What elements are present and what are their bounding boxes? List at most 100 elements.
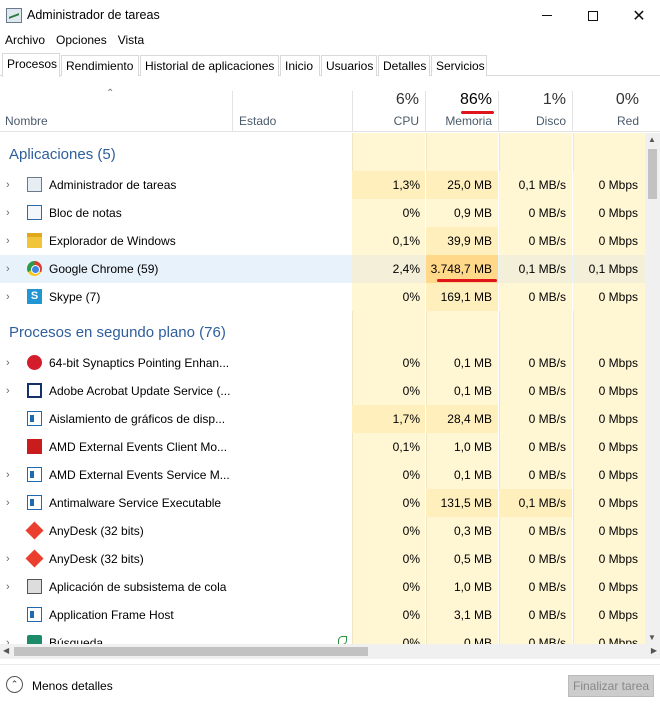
table-row[interactable]: › 64-bit Synaptics Pointing Enhan... 0% … [0, 349, 645, 377]
cpu-value: 0% [402, 552, 420, 566]
network-value: 0 Mbps [573, 171, 645, 199]
expand-chevron-icon[interactable]: › [6, 207, 10, 219]
column-disk[interactable]: 1% Disco [499, 77, 572, 132]
window-icon [27, 383, 42, 398]
tab-strip: Procesos Rendimiento Historial de aplica… [0, 53, 660, 77]
network-value: 0 Mbps [598, 412, 638, 426]
cpu-value: 0% [402, 384, 420, 398]
menu-archivo[interactable]: Archivo [0, 31, 51, 51]
tab-historial[interactable]: Historial de aplicaciones [140, 55, 279, 76]
close-button[interactable]: ✕ [616, 0, 660, 31]
network-value: 0 Mbps [598, 608, 638, 622]
service-icon [27, 467, 42, 482]
process-name: Explorador de Windows [49, 234, 176, 248]
expand-chevron-icon[interactable]: › [6, 385, 10, 397]
column-network[interactable]: 0% Red [573, 77, 645, 132]
task-manager-icon [27, 177, 42, 192]
table-row[interactable]: AnyDesk (32 bits) 0% 0,3 MB 0 MB/s 0 Mbp… [0, 517, 645, 545]
expand-chevron-icon[interactable]: › [6, 291, 10, 303]
expand-chevron-icon[interactable]: › [6, 469, 10, 481]
expand-chevron-icon[interactable]: › [6, 263, 10, 275]
process-name: Bloc de notas [49, 206, 122, 220]
cpu-value: 1,7% [352, 405, 425, 433]
process-table: Aplicaciones (5) › Administrador de tare… [0, 133, 645, 644]
table-row[interactable]: › Bloc de notas 0% 0,9 MB 0 MB/s 0 Mbps [0, 199, 645, 227]
memory-value: 25,0 MB [426, 171, 498, 199]
scroll-up-icon[interactable]: ▲ [648, 135, 656, 144]
table-row[interactable]: › Google Chrome (59) 2,4% 3.748,7 MB 0,1… [0, 255, 645, 283]
expand-chevron-icon[interactable]: › [6, 497, 10, 509]
menu-bar: Archivo Opciones Vista [0, 31, 150, 51]
disk-value: 0 MB/s [528, 356, 566, 370]
table-row[interactable]: Application Frame Host 0% 3,1 MB 0 MB/s … [0, 601, 645, 629]
disk-value: 0 MB/s [528, 412, 566, 426]
scroll-right-icon[interactable]: ▶ [651, 646, 657, 655]
table-row[interactable]: › AnyDesk (32 bits) 0% 0,5 MB 0 MB/s 0 M… [0, 545, 645, 573]
table-row[interactable]: › Búsqueda 0% 0 MB 0 MB/s 0 Mbps [0, 629, 645, 644]
disk-value: 0 MB/s [528, 636, 566, 644]
group-header-background[interactable]: Procesos en segundo plano (76) [9, 324, 226, 341]
scroll-down-icon[interactable]: ▼ [648, 633, 656, 642]
table-row[interactable]: › Adobe Acrobat Update Service (... 0% 0… [0, 377, 645, 405]
process-name: 64-bit Synaptics Pointing Enhan... [49, 356, 230, 370]
column-name[interactable]: Nombre [5, 114, 48, 128]
disk-value: 0 MB/s [528, 580, 566, 594]
chevron-up-circle-icon[interactable]: ⌃ [6, 676, 23, 693]
expand-chevron-icon[interactable]: › [6, 357, 10, 369]
vertical-scrollbar[interactable]: ▲ ▼ [645, 133, 660, 644]
tab-inicio[interactable]: Inicio [280, 55, 320, 76]
maximize-icon [588, 10, 598, 21]
horizontal-scroll-thumb[interactable] [14, 647, 368, 656]
table-row[interactable]: › Explorador de Windows 0,1% 39,9 MB 0 M… [0, 227, 645, 255]
table-row[interactable]: › Antimalware Service Executable 0% 131,… [0, 489, 645, 517]
tab-usuarios[interactable]: Usuarios [321, 55, 377, 76]
disk-label: Disco [535, 114, 566, 128]
table-row[interactable]: › AMD External Events Service M... 0% 0,… [0, 461, 645, 489]
memory-value: 0 MB [463, 636, 492, 644]
expand-chevron-icon[interactable]: › [6, 581, 10, 593]
anydesk-icon [25, 549, 44, 568]
table-row[interactable]: Aislamiento de gráficos de disp... 1,7% … [0, 405, 645, 433]
memory-value: 0,3 MB [453, 524, 492, 538]
notepad-icon [27, 205, 42, 220]
end-task-button[interactable]: Finalizar tarea [568, 675, 654, 697]
minimize-button[interactable] [524, 0, 570, 31]
cpu-value: 0% [402, 356, 420, 370]
scroll-left-icon[interactable]: ◀ [3, 646, 9, 655]
column-divider[interactable] [232, 91, 233, 132]
network-value: 0 Mbps [598, 440, 638, 454]
tab-rendimiento[interactable]: Rendimiento [61, 55, 139, 76]
group-header-apps[interactable]: Aplicaciones (5) [9, 146, 116, 163]
tab-procesos[interactable]: Procesos [2, 53, 60, 77]
expand-chevron-icon[interactable]: › [6, 553, 10, 565]
cpu-value: 0% [402, 580, 420, 594]
maximize-button[interactable] [570, 0, 616, 31]
table-row[interactable]: AMD External Events Client Mo... 0,1% 1,… [0, 433, 645, 461]
chrome-icon [27, 261, 42, 276]
table-row[interactable]: › Aplicación de subsistema de cola 0% 1,… [0, 573, 645, 601]
disk-value: 0 MB/s [528, 468, 566, 482]
horizontal-scrollbar[interactable]: ◀ ▶ [0, 644, 660, 659]
expand-chevron-icon[interactable]: › [6, 637, 10, 644]
tab-detalles[interactable]: Detalles [378, 55, 430, 76]
tab-servicios[interactable]: Servicios [431, 55, 487, 76]
less-details-link[interactable]: Menos detalles [32, 679, 113, 693]
column-state[interactable]: Estado [239, 114, 276, 128]
column-header: ⌃ Nombre Estado 6% CPU 86% Memoria 1% Di… [0, 77, 660, 132]
disk-value: 0 MB/s [528, 608, 566, 622]
network-value: 0 Mbps [598, 580, 638, 594]
expand-chevron-icon[interactable]: › [6, 235, 10, 247]
table-row[interactable]: › S Skype (7) 0% 169,1 MB 0 MB/s 0 Mbps [0, 283, 645, 311]
process-name: Aislamiento de gráficos de disp... [49, 412, 226, 426]
cpu-value: 0,1% [392, 440, 420, 454]
disk-value: 0,1 MB/s [499, 255, 572, 283]
column-memory[interactable]: 86% Memoria [426, 77, 498, 132]
expand-chevron-icon[interactable]: › [6, 179, 10, 191]
menu-vista[interactable]: Vista [113, 31, 150, 51]
process-name: Skype (7) [49, 290, 101, 304]
menu-opciones[interactable]: Opciones [51, 31, 113, 51]
column-cpu[interactable]: 6% CPU [352, 77, 425, 132]
vertical-scroll-thumb[interactable] [648, 149, 657, 199]
process-name: Búsqueda [49, 636, 104, 644]
table-row[interactable]: › Administrador de tareas 1,3% 25,0 MB 0… [0, 171, 645, 199]
